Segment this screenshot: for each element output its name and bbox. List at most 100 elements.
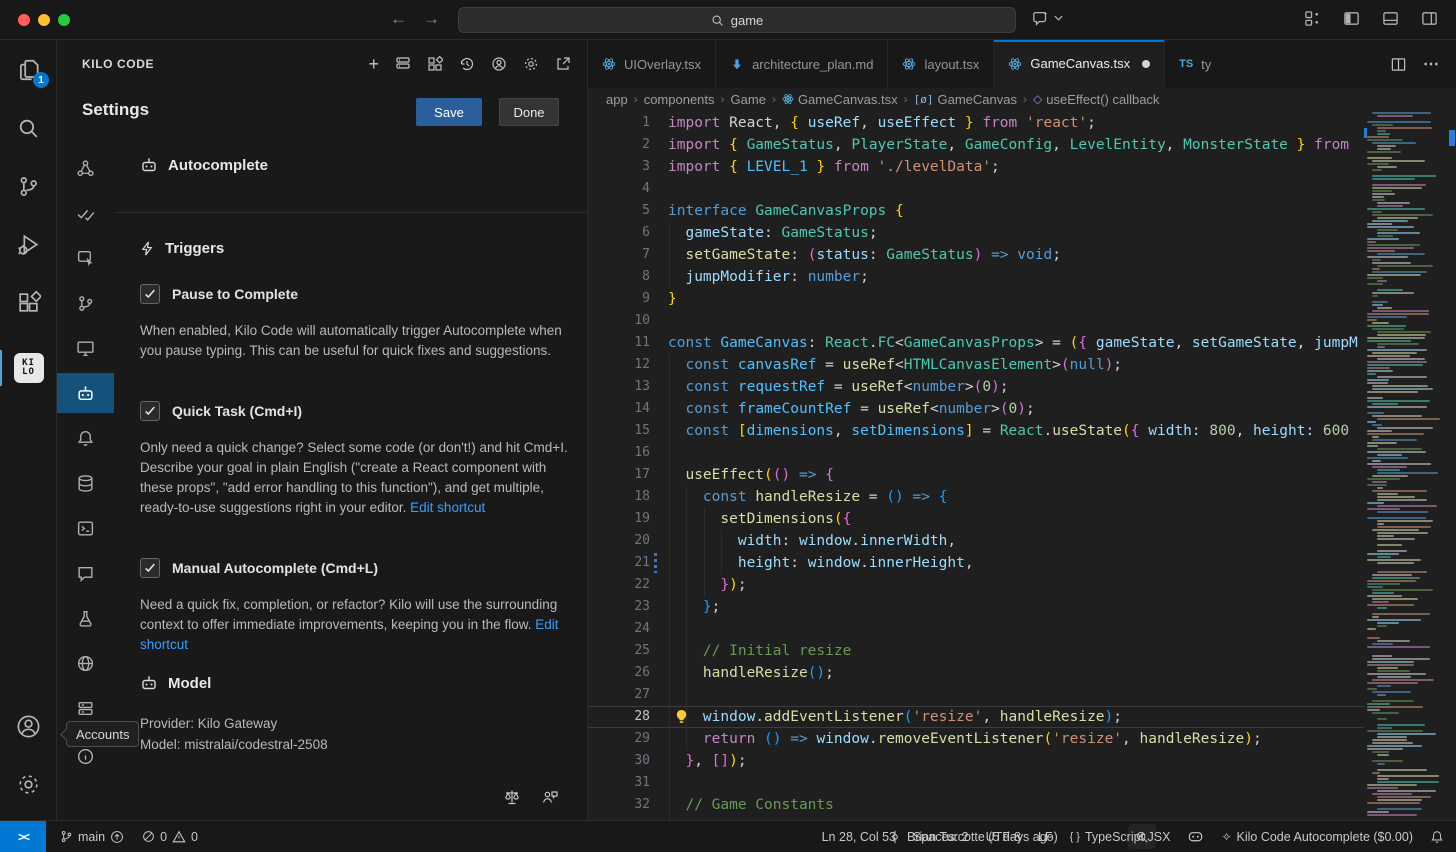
toggle-secondary-sidebar-icon[interactable] [1421,10,1438,27]
line-number[interactable]: 28 [588,706,650,728]
unsaved-changes-dot[interactable] [1142,60,1150,68]
code-line[interactable]: 17 useEffect(() => { [588,464,1364,486]
line-number[interactable]: 7 [588,244,650,266]
settings-gear-icon[interactable] [523,56,539,72]
code-line[interactable]: 30 }, []); [588,750,1364,772]
git-branch-item[interactable]: main [60,830,124,844]
source-control-view-button[interactable] [0,164,57,208]
done-button[interactable]: Done [499,98,559,126]
code-line[interactable]: 3import { LEVEL_1 } from './levelData'; [588,156,1364,178]
rail-prompts-tab[interactable] [57,553,114,593]
task-history-list-icon[interactable] [395,56,411,72]
line-number[interactable]: 1 [588,112,650,134]
line-number[interactable]: 20 [588,530,650,552]
search-view-button[interactable] [0,106,57,150]
code-line[interactable]: 9} [588,288,1364,310]
line-number[interactable]: 18 [588,486,650,508]
line-number[interactable]: 19 [588,508,650,530]
rail-experimental-tab[interactable] [57,598,114,638]
code-line[interactable]: 19 setDimensions({ [588,508,1364,530]
encoding-item[interactable]: UTF-8 [986,830,1021,844]
breadcrumb-app[interactable]: app [606,92,628,107]
code-line[interactable]: 7 setGameState: (status: GameStatus) => … [588,244,1364,266]
line-number[interactable]: 32 [588,794,650,816]
code-line[interactable]: 23 }; [588,596,1364,618]
code-line[interactable]: 2import { GameStatus, PlayerState, GameC… [588,134,1364,156]
kilo-autocomplete-item[interactable]: ✧ Kilo Code Autocomplete ($0.00) [1221,830,1413,844]
breadcrumb-components[interactable]: components [644,92,715,107]
code-line[interactable]: 15 const [dimensions, setDimensions] = R… [588,420,1364,442]
breadcrumb-game[interactable]: Game [731,92,766,107]
toggle-primary-sidebar-icon[interactable] [1343,10,1360,27]
line-number[interactable]: 31 [588,772,650,794]
code-line[interactable]: 16 [588,442,1364,464]
rules-scale-icon[interactable] [503,788,521,806]
code-line[interactable]: 32 // Game Constants [588,794,1364,816]
line-number[interactable]: 11 [588,332,650,354]
line-number[interactable]: 21 [588,552,650,574]
language-mode-item[interactable]: { } TypeScript JSX [1070,830,1171,844]
code-line[interactable]: 21 height: window.innerHeight, [588,552,1364,574]
line-number[interactable]: 25 [588,640,650,662]
line-number[interactable]: 3 [588,156,650,178]
line-number[interactable]: 12 [588,354,650,376]
breadcrumb-symbol-callback[interactable]: ◇ useEffect() callback [1033,92,1159,107]
back-icon[interactable]: ← [390,9,407,29]
edit-shortcut-link[interactable]: Edit shortcut [410,500,485,515]
code-line[interactable]: 28 window.addEventListener('resize', han… [588,706,1364,728]
extensions-view-button[interactable] [0,280,57,324]
code-line[interactable]: 20 width: window.innerWidth, [588,530,1364,552]
line-number[interactable]: 27 [588,684,650,706]
new-task-icon[interactable]: + [368,57,379,71]
code-line[interactable]: 13 const requestRef = useRef<number>(0); [588,376,1364,398]
line-number[interactable]: 5 [588,200,650,222]
run-debug-view-button[interactable] [0,222,57,266]
notifications-bell-icon[interactable] [1430,830,1444,844]
line-number[interactable]: 10 [588,310,650,332]
code-line[interactable]: 24 [588,618,1364,640]
code-line[interactable]: 26 handleResize(); [588,662,1364,684]
tab-layout[interactable]: layout.tsx [888,40,994,88]
profile-icon[interactable] [491,56,507,72]
rail-checkpoints-tab[interactable] [57,283,114,323]
copilot-menu-button[interactable] [1032,9,1063,27]
code-line[interactable]: 27 [588,684,1364,706]
code-line[interactable]: 31 [588,772,1364,794]
rail-display-tab[interactable] [57,328,114,368]
problems-item[interactable]: 0 0 [142,830,198,844]
code-line[interactable]: 1import React, { useRef, useEffect } fro… [588,112,1364,134]
editor-scrollbar[interactable] [1448,110,1456,820]
line-number[interactable]: 16 [588,442,650,464]
rail-language-tab[interactable] [57,643,114,683]
rail-terminal-tab[interactable] [57,508,114,548]
line-number[interactable]: 23 [588,596,650,618]
code-line[interactable]: 25 // Initial resize [588,640,1364,662]
rail-browser-tab[interactable] [57,238,114,278]
explorer-view-button[interactable]: 1 [0,48,57,92]
rail-context-tab[interactable] [57,463,114,503]
accounts-button[interactable] [0,704,57,748]
feedback-icon[interactable] [541,788,559,806]
close-window-button[interactable] [18,14,30,26]
code-line[interactable]: 11const GameCanvas: React.FC<GameCanvasP… [588,332,1364,354]
toggle-panel-icon[interactable] [1382,10,1399,27]
minimize-window-button[interactable] [38,14,50,26]
customize-layout-icon[interactable] [1304,10,1321,27]
maximize-window-button[interactable] [58,14,70,26]
quick-task-checkbox[interactable]: Quick Task (Cmd+I) [140,401,302,421]
command-center-search[interactable]: game [458,7,1016,33]
code-line[interactable]: 5interface GameCanvasProps { [588,200,1364,222]
save-button[interactable]: Save [416,98,482,126]
line-number[interactable]: 30 [588,750,650,772]
line-number[interactable]: 2 [588,134,650,156]
code-editor[interactable]: 1import React, { useRef, useEffect } fro… [588,110,1364,820]
line-number[interactable]: 13 [588,376,650,398]
line-number[interactable]: 29 [588,728,650,750]
code-line[interactable]: 18 const handleResize = () => { [588,486,1364,508]
line-number[interactable]: 26 [588,662,650,684]
line-number[interactable]: 9 [588,288,650,310]
code-line[interactable]: 4 [588,178,1364,200]
manual-autocomplete-checkbox[interactable]: Manual Autocomplete (Cmd+L) [140,558,378,578]
code-line[interactable]: 22 }); [588,574,1364,596]
remote-indicator[interactable]: >< [0,821,46,852]
